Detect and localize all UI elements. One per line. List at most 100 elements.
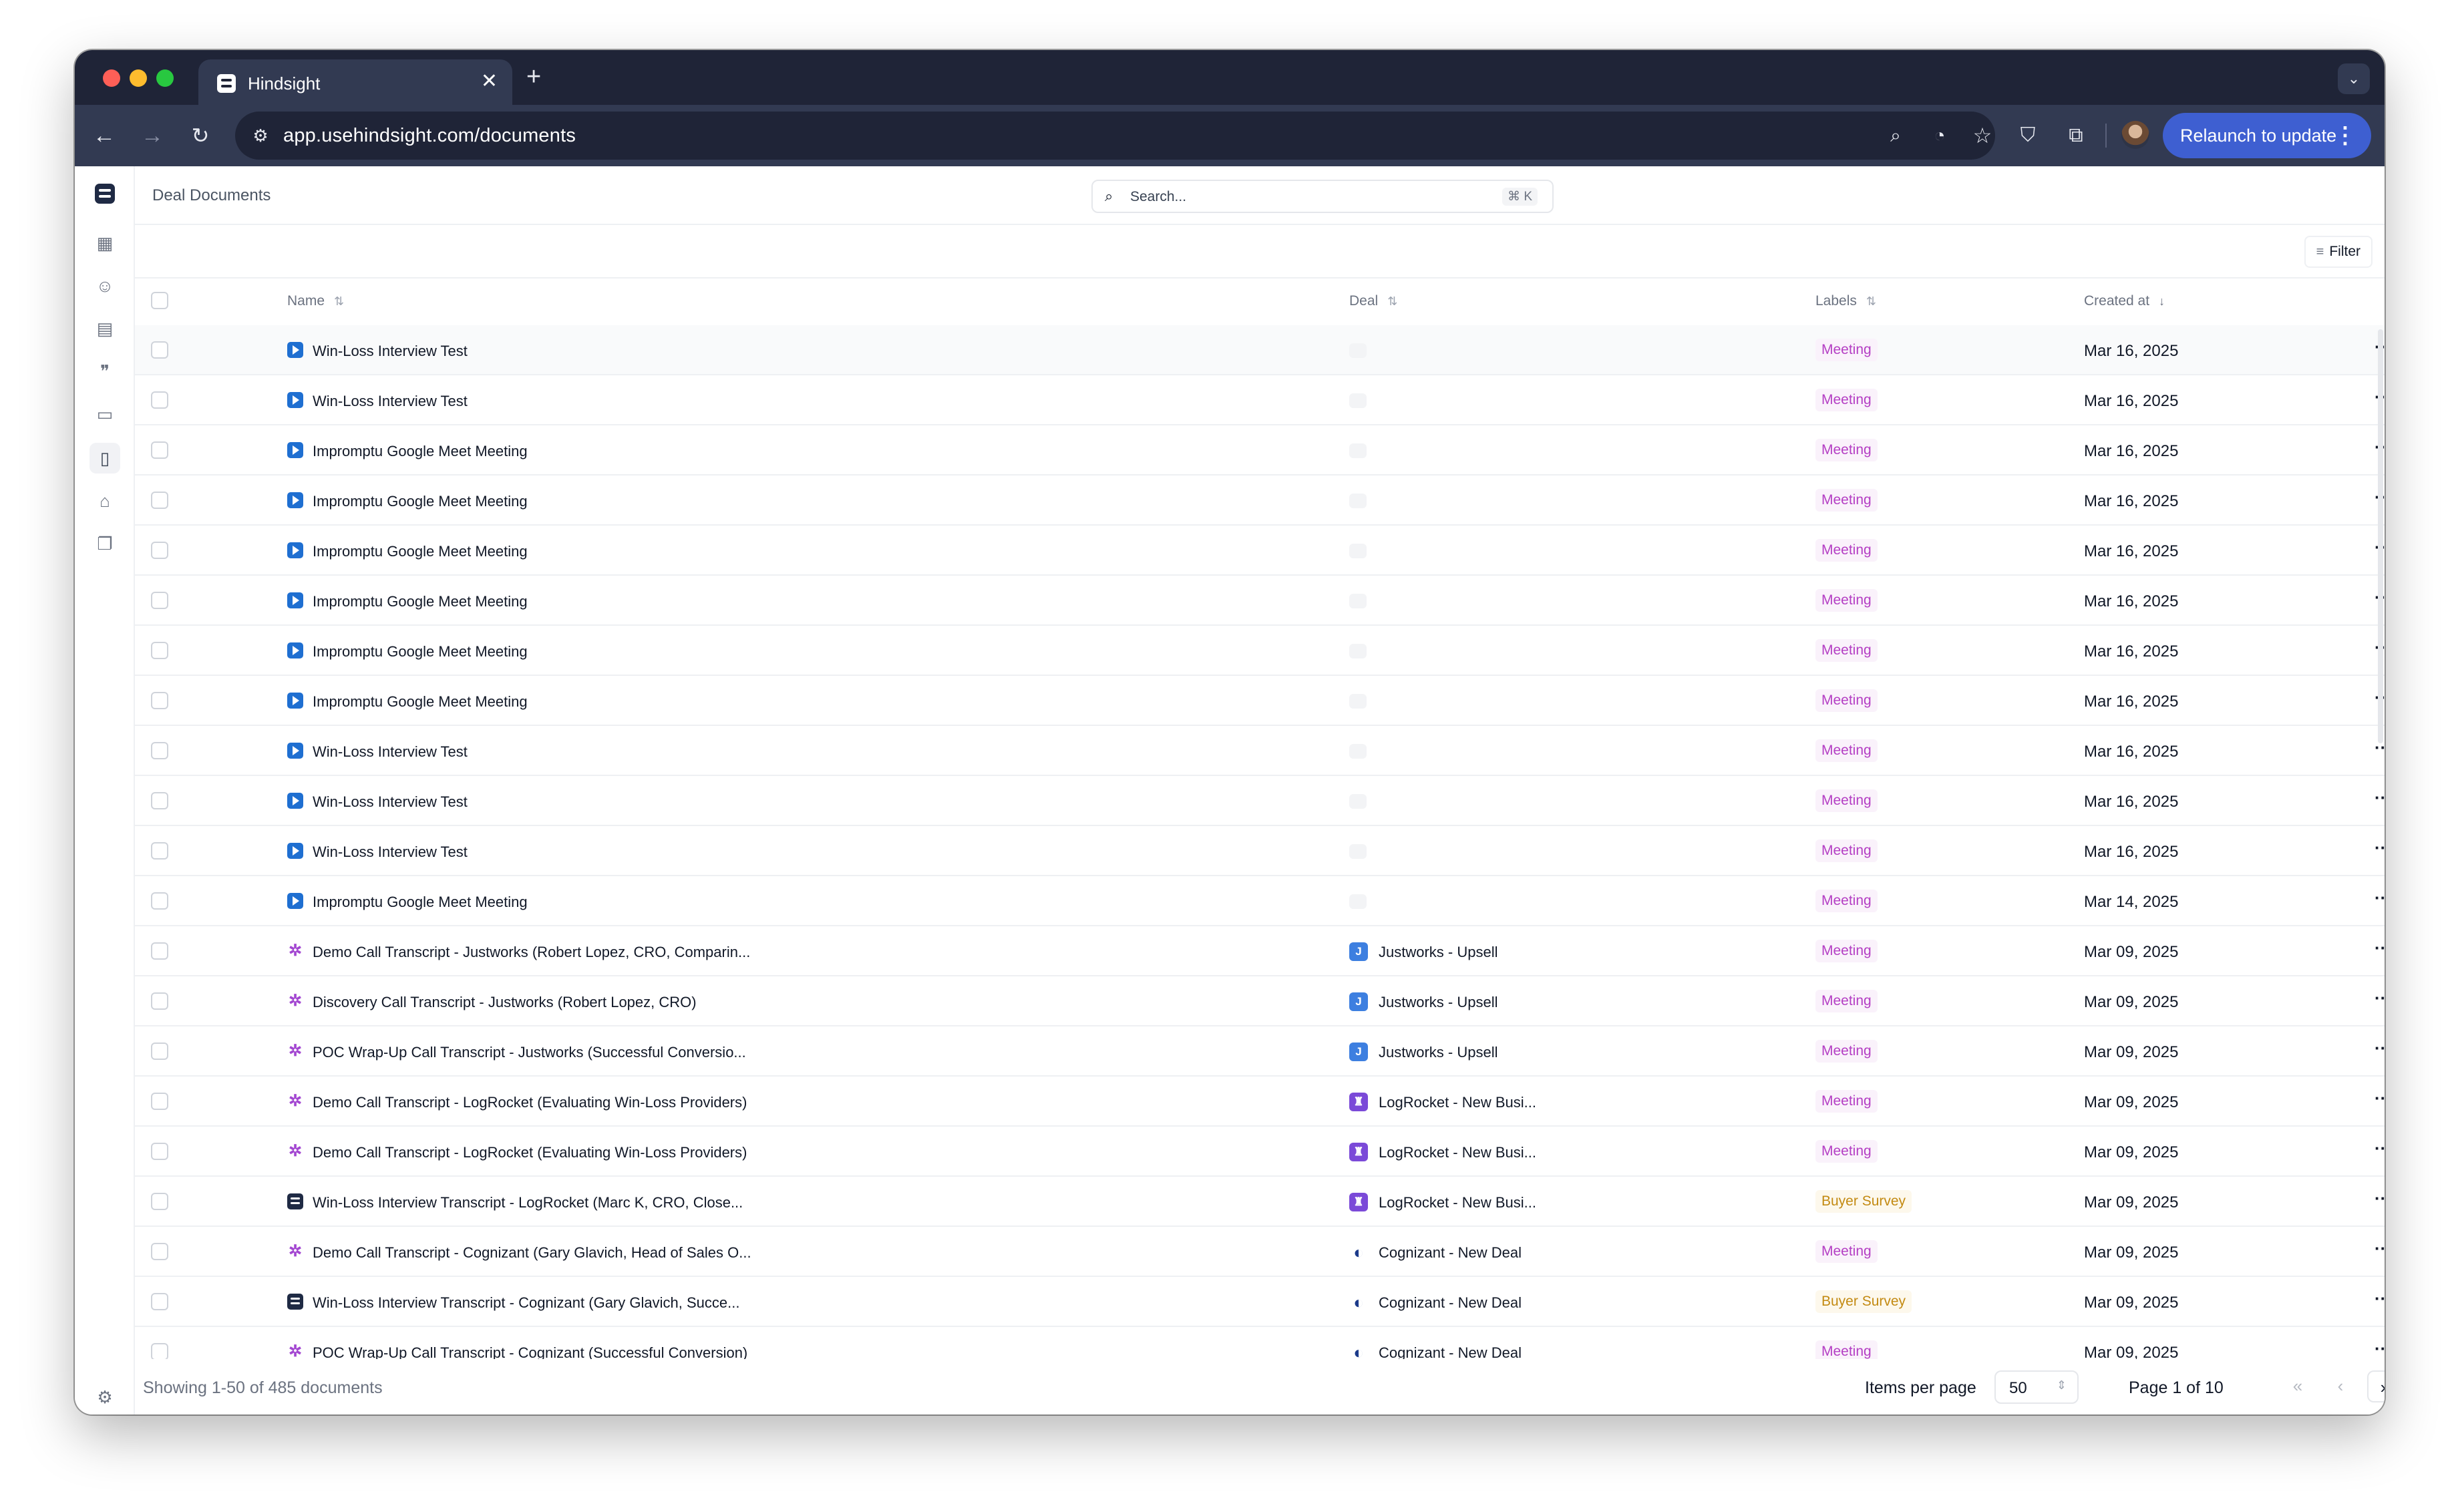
row-actions-ellipsis-icon[interactable]: ···: [2370, 886, 2385, 912]
empty-deal-placeholder[interactable]: [1349, 343, 1367, 358]
previous-page-button[interactable]: ‹: [2324, 1370, 2356, 1402]
row-checkbox[interactable]: [151, 492, 168, 509]
hindsight-logo-icon[interactable]: [95, 184, 115, 204]
deal-name[interactable]: Justworks - Upsell: [1379, 1044, 1498, 1061]
row-actions-ellipsis-icon[interactable]: ···: [2370, 936, 2385, 962]
zoom-icon[interactable]: ⌕: [1884, 124, 1908, 148]
table-row[interactable]: Impromptu Google Meet Meeting Meeting Mar …: [135, 576, 2385, 626]
column-header-deal[interactable]: Deal ⇅: [1349, 293, 1397, 309]
empty-deal-placeholder[interactable]: [1349, 844, 1367, 859]
document-name[interactable]: Win-Loss Interview Test: [313, 793, 468, 811]
row-checkbox[interactable]: [151, 1193, 168, 1210]
empty-deal-placeholder[interactable]: [1349, 794, 1367, 809]
table-row[interactable]: ✲ POC Wrap-Up Call Transcript - Justworks…: [135, 1026, 2385, 1077]
profile-avatar[interactable]: [2121, 121, 2149, 149]
forward-arrow-icon[interactable]: →: [136, 120, 168, 152]
tab-close-icon[interactable]: ✕: [481, 70, 498, 93]
table-row[interactable]: Win-Loss Interview Test Meeting Mar 16, 20…: [135, 776, 2385, 826]
row-checkbox[interactable]: [151, 1093, 168, 1110]
document-name[interactable]: Impromptu Google Meet Meeting: [313, 894, 528, 911]
row-checkbox[interactable]: [151, 1293, 168, 1310]
row-checkbox[interactable]: [151, 792, 168, 809]
document-name[interactable]: Discovery Call Transcript - Justworks (R…: [313, 994, 697, 1011]
table-row[interactable]: Impromptu Google Meet Meeting Meeting Mar …: [135, 876, 2385, 926]
document-name[interactable]: Win-Loss Interview Test: [313, 843, 468, 861]
table-row[interactable]: Win-Loss Interview Transcript - Cognizan…: [135, 1277, 2385, 1327]
document-name[interactable]: Impromptu Google Meet Meeting: [313, 493, 528, 510]
settings-gear-icon[interactable]: ⚙: [90, 1382, 120, 1412]
table-row[interactable]: Impromptu Google Meet Meeting Meeting Mar …: [135, 476, 2385, 526]
document-name[interactable]: Demo Call Transcript - LogRocket (Evalua…: [313, 1094, 747, 1111]
row-checkbox[interactable]: [151, 642, 168, 659]
column-header-labels[interactable]: Labels ⇅: [1815, 293, 1876, 309]
address-bar[interactable]: ⚙ app.usehindsight.com/documents ⌕ ◔ ☆: [235, 112, 1995, 160]
table-row[interactable]: Win-Loss Interview Test Meeting Mar 16, 20…: [135, 375, 2385, 425]
row-checkbox[interactable]: [151, 341, 168, 359]
table-row[interactable]: Win-Loss Interview Test Meeting Mar 16, 20…: [135, 325, 2385, 375]
table-row[interactable]: Impromptu Google Meet Meeting Meeting Mar …: [135, 626, 2385, 676]
row-checkbox[interactable]: [151, 692, 168, 709]
document-name[interactable]: Demo Call Transcript - LogRocket (Evalua…: [313, 1144, 747, 1161]
column-header-created-at[interactable]: Created at ↓: [2084, 293, 2165, 309]
deal-name[interactable]: LogRocket - New Busi...: [1379, 1144, 1536, 1161]
select-all-checkbox[interactable]: [151, 292, 168, 309]
new-tab-button[interactable]: +: [526, 63, 541, 90]
quotes-icon[interactable]: ❞: [90, 356, 120, 387]
deal-name[interactable]: Justworks - Upsell: [1379, 994, 1498, 1011]
row-actions-ellipsis-icon[interactable]: ···: [2370, 1086, 2385, 1113]
table-row[interactable]: ✲ Demo Call Transcript - LogRocket (Evalu…: [135, 1127, 2385, 1177]
table-row[interactable]: ✲ Demo Call Transcript - Cognizant (Gary …: [135, 1227, 2385, 1277]
documents-icon[interactable]: ▯: [90, 443, 120, 474]
empty-deal-placeholder[interactable]: [1349, 443, 1367, 458]
document-name[interactable]: Win-Loss Interview Test: [313, 393, 468, 410]
row-actions-ellipsis-icon[interactable]: ···: [2370, 1186, 2385, 1213]
reload-icon[interactable]: ↻: [184, 120, 216, 152]
table-row[interactable]: ✲ Discovery Call Transcript - Justworks (…: [135, 976, 2385, 1026]
dashboard-grid-icon[interactable]: ▦: [90, 228, 120, 258]
deal-name[interactable]: Cognizant - New Deal: [1379, 1344, 1522, 1359]
row-checkbox[interactable]: [151, 592, 168, 609]
table-row[interactable]: Win-Loss Interview Test Meeting Mar 16, 20…: [135, 726, 2385, 776]
empty-deal-placeholder[interactable]: [1349, 644, 1367, 658]
document-name[interactable]: POC Wrap-Up Call Transcript - Justworks …: [313, 1044, 746, 1061]
deal-name[interactable]: LogRocket - New Busi...: [1379, 1194, 1536, 1211]
row-actions-ellipsis-icon[interactable]: ···: [2370, 1336, 2385, 1359]
empty-deal-placeholder[interactable]: [1349, 694, 1367, 709]
table-scrollbar[interactable]: [2378, 329, 2383, 743]
empty-deal-placeholder[interactable]: [1349, 594, 1367, 608]
table-row[interactable]: Win-Loss Interview Transcript - LogRocke…: [135, 1177, 2385, 1227]
row-checkbox[interactable]: [151, 1043, 168, 1060]
deal-name[interactable]: Justworks - Upsell: [1379, 944, 1498, 961]
row-actions-ellipsis-icon[interactable]: ···: [2370, 1136, 2385, 1163]
maximize-window-button[interactable]: [156, 69, 174, 87]
bookmark-star-icon[interactable]: ☆: [1970, 124, 1994, 148]
row-actions-ellipsis-icon[interactable]: ···: [2370, 785, 2385, 812]
row-actions-ellipsis-icon[interactable]: ···: [2370, 986, 2385, 1012]
table-row[interactable]: Impromptu Google Meet Meeting Meeting Mar …: [135, 425, 2385, 476]
layout-table-icon[interactable]: ▤: [90, 313, 120, 344]
close-window-button[interactable]: [103, 69, 120, 87]
tab-search-button[interactable]: ⌄: [2338, 63, 2370, 94]
items-per-page-select[interactable]: 50 ⇕: [1994, 1370, 2079, 1404]
performance-icon[interactable]: ◔: [1928, 124, 1952, 148]
kebab-menu-icon[interactable]: ⋮: [2334, 113, 2356, 158]
row-actions-ellipsis-icon[interactable]: ···: [2370, 1286, 2385, 1313]
document-name[interactable]: Impromptu Google Meet Meeting: [313, 443, 528, 460]
table-row[interactable]: Impromptu Google Meet Meeting Meeting Mar …: [135, 676, 2385, 726]
document-name[interactable]: POC Wrap-Up Call Transcript - Cognizant …: [313, 1344, 747, 1359]
empty-deal-placeholder[interactable]: [1349, 894, 1367, 909]
document-name[interactable]: Demo Call Transcript - Cognizant (Gary G…: [313, 1244, 751, 1262]
row-checkbox[interactable]: [151, 1243, 168, 1260]
document-name[interactable]: Win-Loss Interview Test: [313, 743, 468, 761]
document-name[interactable]: Impromptu Google Meet Meeting: [313, 593, 528, 610]
deal-name[interactable]: Cognizant - New Deal: [1379, 1294, 1522, 1312]
document-name[interactable]: Win-Loss Interview Transcript - Cognizan…: [313, 1294, 739, 1312]
document-name[interactable]: Impromptu Google Meet Meeting: [313, 543, 528, 560]
document-name[interactable]: Win-Loss Interview Test: [313, 343, 468, 360]
row-checkbox[interactable]: [151, 992, 168, 1010]
row-actions-ellipsis-icon[interactable]: ···: [2370, 835, 2385, 862]
row-checkbox[interactable]: [151, 542, 168, 559]
back-arrow-icon[interactable]: ←: [88, 120, 120, 152]
row-actions-ellipsis-icon[interactable]: ···: [2370, 1036, 2385, 1063]
table-row[interactable]: Win-Loss Interview Test Meeting Mar 16, 20…: [135, 826, 2385, 876]
